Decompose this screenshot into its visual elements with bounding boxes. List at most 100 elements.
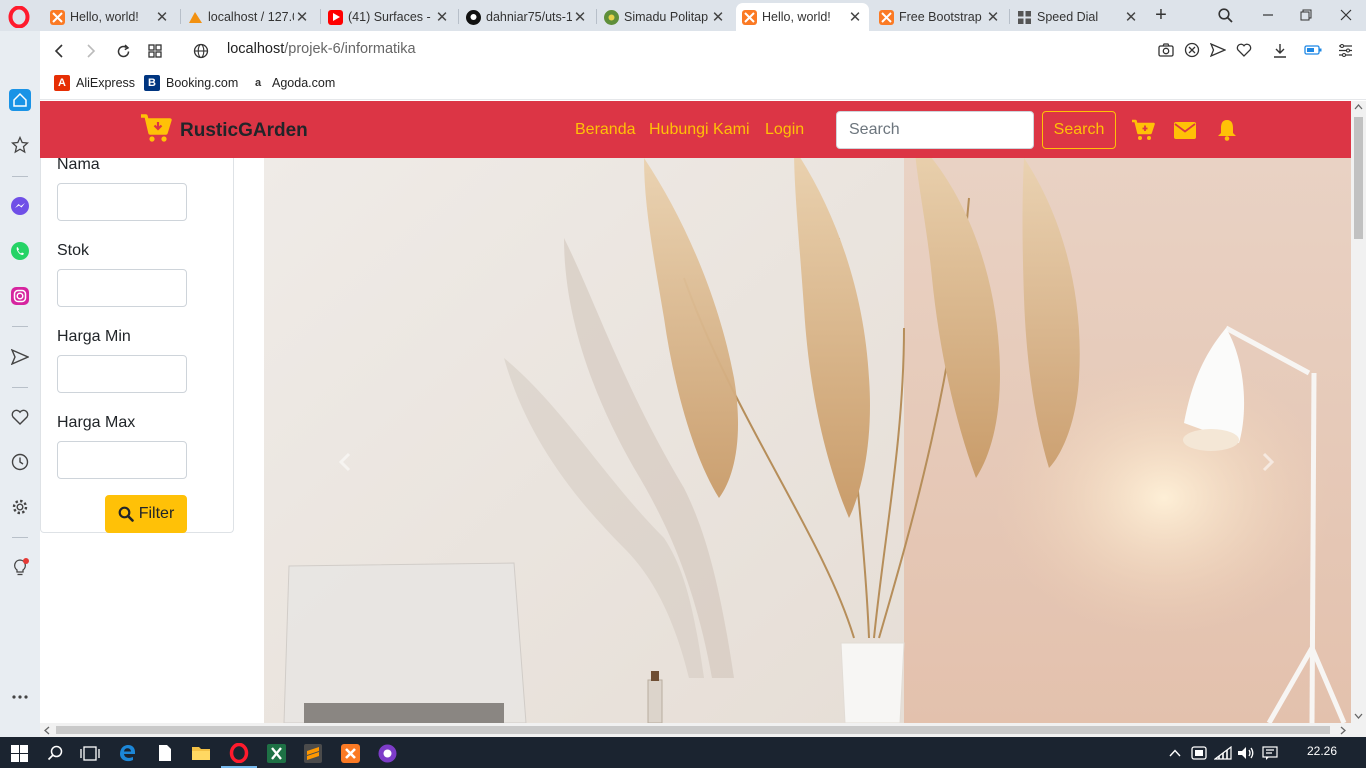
close-window-icon[interactable] <box>1333 4 1359 26</box>
opera-menu-icon[interactable] <box>8 5 30 29</box>
envelope-icon[interactable] <box>1173 119 1197 141</box>
tab-title: localhost / 127.0 <box>208 10 294 24</box>
scroll-left-arrow-icon[interactable] <box>44 726 50 735</box>
easy-setup-icon[interactable] <box>1336 41 1354 59</box>
send-to-flow-icon[interactable] <box>1209 41 1227 59</box>
bell-icon[interactable] <box>1215 119 1239 141</box>
close-tab-icon[interactable]: ✕ <box>847 8 863 26</box>
bookmark-booking[interactable]: B Booking.com <box>144 75 238 91</box>
tab-overview-icon[interactable] <box>144 40 166 62</box>
home-icon[interactable] <box>9 89 31 111</box>
new-tab-button[interactable]: + <box>1150 4 1172 26</box>
volume-icon[interactable] <box>1234 741 1258 765</box>
cart-icon[interactable] <box>1131 119 1155 141</box>
minimize-icon[interactable] <box>1255 4 1281 26</box>
xampp-icon[interactable] <box>338 741 362 765</box>
brand-logo[interactable]: RusticGArden <box>140 113 308 148</box>
vertical-scroll-thumb[interactable] <box>1354 117 1363 239</box>
file-icon[interactable] <box>153 741 177 765</box>
close-tab-icon[interactable]: ✕ <box>154 8 170 26</box>
site-info-icon[interactable] <box>190 40 212 62</box>
taskbar-search-icon[interactable] <box>43 741 67 765</box>
tab-1[interactable]: Hello, world! ✕ <box>44 3 176 31</box>
history-clock-icon[interactable] <box>9 451 31 473</box>
tab-5[interactable]: Simadu Politap ✕ <box>598 3 732 31</box>
instagram-icon[interactable] <box>9 285 31 307</box>
close-tab-icon[interactable]: ✕ <box>710 8 726 26</box>
xampp-favicon-icon <box>50 9 65 25</box>
network-icon[interactable] <box>1211 741 1235 765</box>
tab-8[interactable]: Speed Dial ✕ <box>1011 3 1145 31</box>
bookmark-label: Booking.com <box>166 76 239 90</box>
stok-field[interactable] <box>57 269 187 307</box>
politap-favicon-icon <box>604 9 619 25</box>
ad-blocker-icon[interactable] <box>1183 41 1201 59</box>
edge-icon[interactable] <box>115 741 139 765</box>
speed-dial-star-icon[interactable] <box>9 134 31 156</box>
carousel-prev-icon[interactable] <box>333 450 357 474</box>
flow-send-icon[interactable] <box>9 346 31 368</box>
forward-icon[interactable] <box>80 40 102 62</box>
close-tab-icon[interactable]: ✕ <box>434 8 450 26</box>
bookmark-heart-icon[interactable] <box>1235 41 1253 59</box>
messenger-icon[interactable] <box>9 195 31 217</box>
nama-field[interactable] <box>57 183 187 221</box>
search-button[interactable]: Search <box>1042 111 1116 149</box>
nav-hubungi-kami[interactable]: Hubungi Kami <box>649 121 750 139</box>
carousel-image <box>264 158 1351 723</box>
tips-lightbulb-icon[interactable] <box>9 557 31 579</box>
restore-icon[interactable] <box>1293 4 1319 26</box>
tab-search-icon[interactable] <box>1212 4 1238 26</box>
bookmark-aliexpress[interactable]: A AliExpress <box>54 75 135 91</box>
tab-6-active[interactable]: Hello, world! ✕ <box>736 3 869 31</box>
tab-4[interactable]: dahniar75/uts-1 ✕ <box>460 3 594 31</box>
sublime-text-icon[interactable] <box>301 741 325 765</box>
downloads-icon[interactable] <box>1271 41 1289 59</box>
scroll-right-arrow-icon[interactable] <box>1340 726 1346 735</box>
tab-7[interactable]: Free Bootstrap ✕ <box>873 3 1007 31</box>
horizontal-scrollbar[interactable] <box>40 723 1351 737</box>
scroll-down-arrow-icon[interactable] <box>1354 713 1363 719</box>
close-tab-icon[interactable]: ✕ <box>985 8 1001 26</box>
bookmarks-heart-icon[interactable] <box>9 406 31 428</box>
address-bar: localhost/projek-6/informatika <box>40 31 1366 69</box>
close-tab-icon[interactable]: ✕ <box>572 8 588 26</box>
whatsapp-icon[interactable] <box>9 240 31 262</box>
harga-max-field[interactable] <box>57 441 187 479</box>
bookmark-agoda[interactable]: a Agoda.com <box>250 75 335 91</box>
harga-min-field[interactable] <box>57 355 187 393</box>
excel-icon[interactable] <box>264 741 288 765</box>
opera-taskbar-icon[interactable] <box>221 741 257 768</box>
battery-saver-icon[interactable] <box>1304 41 1322 59</box>
label-nama: Nama <box>57 156 100 173</box>
tab-3[interactable]: (41) Surfaces - S ✕ <box>322 3 456 31</box>
more-options-icon[interactable] <box>9 686 31 708</box>
back-icon[interactable] <box>48 40 70 62</box>
clock[interactable]: 22.26 <box>1307 744 1337 758</box>
file-explorer-icon[interactable] <box>189 741 213 765</box>
windows-taskbar: 22.26 <box>0 737 1366 768</box>
filter-button[interactable]: Filter <box>105 495 187 533</box>
close-tab-icon[interactable]: ✕ <box>294 8 310 26</box>
show-hidden-icons-icon[interactable] <box>1163 741 1187 765</box>
task-view-icon[interactable] <box>78 741 102 765</box>
app-icon[interactable] <box>375 741 399 765</box>
search-input[interactable] <box>836 111 1034 149</box>
url-field[interactable]: localhost/projek-6/informatika <box>227 41 416 57</box>
scroll-up-arrow-icon[interactable] <box>1354 104 1363 110</box>
notifications-icon[interactable] <box>1258 741 1282 765</box>
tray-app-icon[interactable] <box>1187 741 1211 765</box>
tab-title: Hello, world! <box>762 10 831 24</box>
vertical-scrollbar[interactable] <box>1351 101 1366 723</box>
snapshot-camera-icon[interactable] <box>1157 41 1175 59</box>
close-tab-icon[interactable]: ✕ <box>1123 8 1139 26</box>
nav-login[interactable]: Login <box>765 121 804 139</box>
reload-icon[interactable] <box>112 40 134 62</box>
horizontal-scroll-thumb[interactable] <box>56 726 1330 734</box>
site-navbar: RusticGArden Beranda Hubungi Kami Login … <box>40 101 1351 158</box>
carousel-next-icon[interactable] <box>1256 450 1280 474</box>
tab-2[interactable]: localhost / 127.0 ✕ <box>182 3 316 31</box>
windows-start-icon[interactable] <box>7 741 31 765</box>
nav-beranda[interactable]: Beranda <box>575 121 636 139</box>
settings-gear-icon[interactable] <box>9 496 31 518</box>
